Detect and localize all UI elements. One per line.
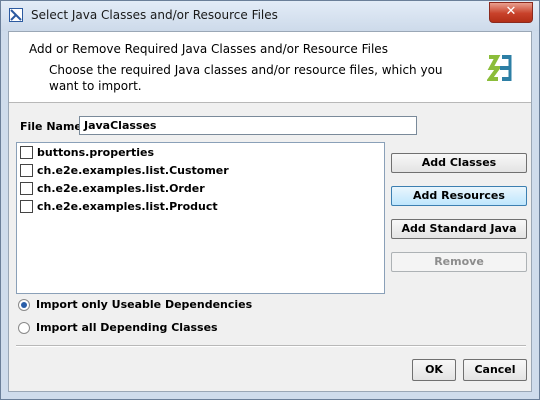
class-list[interactable]: buttons.properties ch.e2e.examples.list.… xyxy=(16,142,385,294)
add-classes-button[interactable]: Add Classes xyxy=(391,153,527,173)
file-name-label: File Name: xyxy=(20,120,87,133)
header-panel: Add or Remove Required Java Classes and/… xyxy=(9,32,531,103)
useable-dependencies-label[interactable]: Import only Useable Dependencies xyxy=(36,298,252,311)
radio-selected-dot xyxy=(21,302,27,308)
all-classes-radio[interactable] xyxy=(18,322,30,334)
class-icon xyxy=(20,182,33,195)
class-icon xyxy=(20,200,33,213)
list-item[interactable]: ch.e2e.examples.list.Customer xyxy=(19,163,379,180)
all-classes-label[interactable]: Import all Depending Classes xyxy=(36,321,218,334)
list-item-label: buttons.properties xyxy=(37,146,154,159)
app-icon xyxy=(9,8,23,22)
dialog-window: Select Java Classes and/or Resource File… xyxy=(0,0,540,400)
file-name-input[interactable]: JavaClasses xyxy=(79,116,417,135)
window-title: Select Java Classes and/or Resource File… xyxy=(31,8,278,22)
list-item-label: ch.e2e.examples.list.Order xyxy=(37,182,205,195)
list-item[interactable]: buttons.properties xyxy=(19,145,379,162)
list-item[interactable]: ch.e2e.examples.list.Order xyxy=(19,181,379,198)
ok-button[interactable]: OK xyxy=(412,359,456,381)
title-bar[interactable]: Select Java Classes and/or Resource File… xyxy=(1,1,539,31)
useable-dependencies-radio[interactable] xyxy=(18,299,30,311)
dialog-content: Add or Remove Required Java Classes and/… xyxy=(8,31,532,392)
add-standard-java-button[interactable]: Add Standard Java xyxy=(391,219,527,239)
logo-icon xyxy=(487,55,512,81)
file-icon xyxy=(20,146,33,159)
remove-button[interactable]: Remove xyxy=(391,252,527,272)
cancel-button[interactable]: Cancel xyxy=(463,359,527,381)
separator xyxy=(16,345,526,347)
class-icon xyxy=(20,164,33,177)
header-title: Add or Remove Required Java Classes and/… xyxy=(29,42,388,56)
list-item[interactable]: ch.e2e.examples.list.Product xyxy=(19,199,379,216)
add-resources-button[interactable]: Add Resources xyxy=(391,186,527,206)
list-item-label: ch.e2e.examples.list.Customer xyxy=(37,164,229,177)
header-description: Choose the required Java classes and/or … xyxy=(49,63,443,93)
close-icon: ✕ xyxy=(505,4,517,19)
list-item-label: ch.e2e.examples.list.Product xyxy=(37,200,218,213)
close-button[interactable]: ✕ xyxy=(489,2,533,23)
